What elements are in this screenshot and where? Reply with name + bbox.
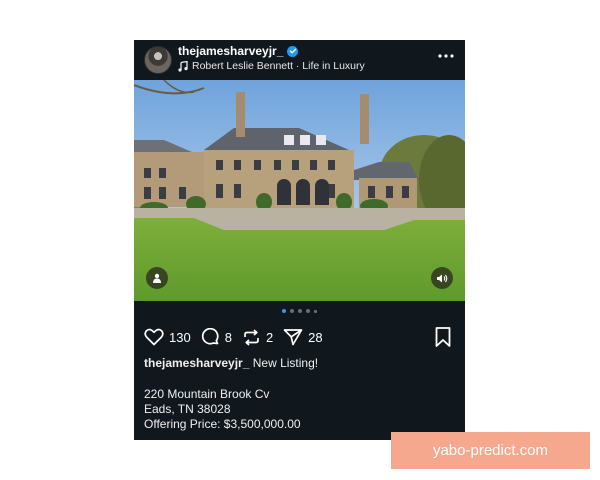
comment-icon <box>201 327 219 344</box>
music-note-icon <box>178 60 188 72</box>
address-line-2: Eads, TN 38028 <box>144 402 231 416</box>
audio-label: Robert Leslie Bennett · Life in Luxury <box>192 60 365 72</box>
watermark: yabo-predict.com <box>391 432 590 469</box>
like-button[interactable]: 130 <box>144 328 191 346</box>
tagged-profile-button[interactable] <box>146 267 168 289</box>
profile-icon <box>153 273 161 283</box>
repost-icon <box>244 328 259 346</box>
caption-text: New Listing! <box>252 356 319 370</box>
username-text[interactable]: thejamesharveyjr_ <box>178 44 283 58</box>
more-icon[interactable] <box>437 48 455 64</box>
comment-count: 8 <box>224 329 232 345</box>
carousel-dot <box>298 309 303 313</box>
repost-count: 2 <box>265 329 274 345</box>
carousel-dot <box>306 309 311 313</box>
post-username[interactable]: thejamesharveyjr_ <box>178 44 299 58</box>
sound-icon <box>437 274 448 282</box>
share-count: 28 <box>308 329 323 345</box>
save-button[interactable] <box>433 326 453 348</box>
carousel-indicator <box>134 309 465 315</box>
heart-icon <box>144 328 164 346</box>
carousel-dot <box>314 310 317 313</box>
caption: thejamesharveyjr_ New Listing! <box>144 356 318 370</box>
address-line-1: 220 Mountain Brook Cv <box>144 387 270 401</box>
like-count: 130 <box>169 329 191 345</box>
carousel-dot <box>290 309 295 313</box>
comment-button[interactable]: 8 <box>201 327 232 347</box>
caption-username[interactable]: thejamesharveyjr_ <box>144 356 249 370</box>
audio-track[interactable]: Robert Leslie Bennett · Life in Luxury <box>178 60 365 72</box>
offering-price: Offering Price: $3,500,000.00 <box>144 417 301 431</box>
repost-button[interactable]: 2 <box>242 328 273 347</box>
carousel-dot <box>282 309 287 313</box>
post-photo[interactable] <box>134 80 465 301</box>
bookmark-icon <box>435 327 451 347</box>
verified-badge-icon <box>287 45 299 57</box>
avatar[interactable] <box>144 46 172 74</box>
action-bar: 130 8 2 28 <box>144 326 333 348</box>
share-icon <box>283 329 303 346</box>
post-card: thejamesharveyjr_ Robert Leslie Bennett … <box>134 40 465 440</box>
post-header: thejamesharveyjr_ Robert Leslie Bennett … <box>134 40 465 80</box>
share-button[interactable]: 28 <box>283 328 323 346</box>
sound-toggle-button[interactable] <box>431 267 453 289</box>
